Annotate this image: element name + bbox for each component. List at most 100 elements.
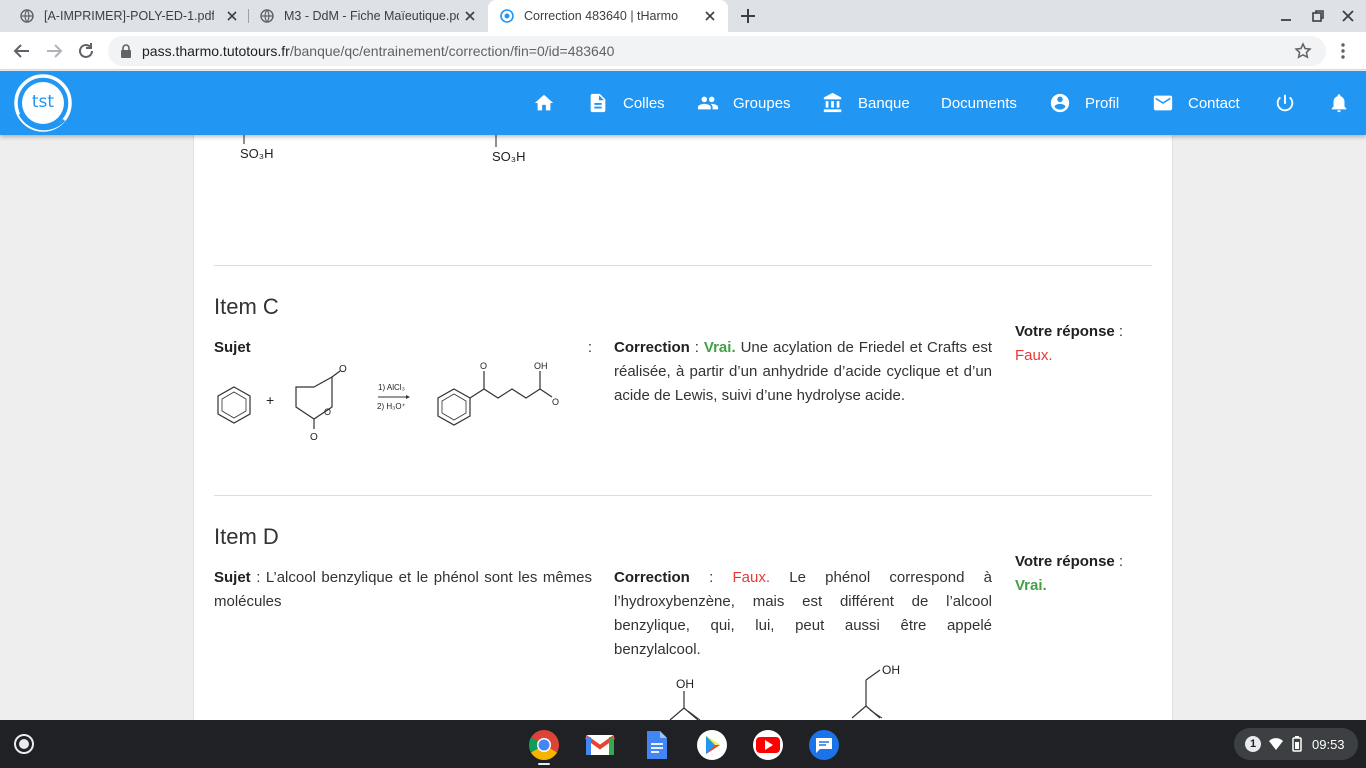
svg-text:O: O: [310, 432, 318, 443]
nav-groupes-label: Groupes: [733, 94, 791, 112]
svg-text:O: O: [552, 397, 559, 407]
svg-text:O: O: [339, 364, 347, 375]
group-icon: [697, 96, 719, 110]
messages-icon[interactable]: [808, 729, 840, 761]
item-separator: [214, 265, 1152, 266]
play-store-icon[interactable]: [696, 729, 728, 761]
more-menu-icon[interactable]: [1334, 42, 1352, 60]
window-close-icon[interactable]: [1340, 8, 1356, 24]
nav-documents-label: Documents: [941, 94, 1017, 112]
browser-toolbar: pass.tharmo.tutotours.fr/banque/qc/entra…: [0, 32, 1366, 70]
url-path: /banque/qc/entrainement/correction/fin=0…: [289, 43, 615, 59]
tab-title: [A-IMPRIMER]-POLY-ED-1.pdf: [44, 9, 214, 23]
reload-icon[interactable]: [76, 41, 96, 61]
chrome-icon[interactable]: [528, 729, 560, 761]
back-arrow-icon[interactable]: [12, 41, 32, 61]
svg-text:+: +: [266, 392, 274, 408]
answer-colon: :: [1118, 553, 1124, 570]
chromeos-shelf: 1 09:53: [0, 720, 1366, 768]
sujet-text: L’alcool benzylique et le phénol sont le…: [214, 569, 592, 610]
tab-correction[interactable]: Correction 483640 | tHarmo: [488, 0, 728, 32]
sujet-label: Sujet: [214, 339, 251, 356]
globe-icon: [20, 9, 34, 23]
svg-text:2) H₃O⁺: 2) H₃O⁺: [377, 402, 406, 411]
nav-banque-label: Banque: [858, 94, 910, 112]
youtube-icon[interactable]: [752, 729, 784, 761]
bell-icon[interactable]: [1328, 92, 1350, 114]
item-d-sujet: Sujet : L’alcool benzylique et le phénol…: [214, 566, 592, 614]
url-text[interactable]: pass.tharmo.tutotours.fr/banque/qc/entra…: [142, 43, 614, 59]
so3h-fragment-left: SO₃H: [240, 135, 273, 161]
nav-banque[interactable]: Banque: [822, 91, 910, 115]
power-icon[interactable]: [1274, 92, 1296, 114]
so3h-fragment-right: SO₃H: [492, 135, 525, 164]
nav-contact-label: Contact: [1188, 94, 1240, 112]
nav-contact[interactable]: Contact: [1152, 91, 1240, 115]
nav-profil[interactable]: Profil: [1049, 91, 1119, 115]
page-content: SO₃H SO₃H Item C Sujet : + O O O 1) AlCl…: [0, 135, 1366, 720]
forward-arrow-icon[interactable]: [44, 41, 64, 61]
item-d-correction: Correction : Faux. Le phénol correspond …: [614, 566, 992, 662]
tab-poly-pdf[interactable]: [A-IMPRIMER]-POLY-ED-1.pdf: [8, 0, 248, 32]
friedel-crafts-scheme: + O O O 1) AlCl₃ 2) H₃O⁺ O OH O: [217, 361, 559, 443]
nav-groupes[interactable]: Groupes: [697, 91, 791, 115]
item-d-title: Item D: [214, 524, 279, 549]
sujet-label: Sujet: [214, 569, 251, 586]
answer-label: Votre réponse: [1015, 323, 1115, 340]
docs-icon[interactable]: [640, 729, 672, 761]
svg-text:OH: OH: [882, 663, 900, 677]
globe-icon: [260, 9, 274, 23]
correction-colon: :: [709, 569, 714, 586]
item-c-title: Item C: [214, 294, 279, 319]
gmail-icon[interactable]: [584, 729, 616, 761]
clock: 09:53: [1312, 737, 1345, 752]
answer-label: Votre réponse: [1015, 553, 1115, 570]
bookmark-star-icon[interactable]: [1294, 42, 1312, 60]
nav-colles-label: Colles: [623, 94, 665, 112]
close-icon[interactable]: [224, 8, 240, 24]
correction-verdict: Faux.: [732, 569, 770, 586]
phenol-benzyl-alcohol-figure: OH OH: [669, 663, 900, 720]
answer-value: Vrai.: [1015, 577, 1047, 594]
svg-text:tst: tst: [32, 92, 55, 112]
item-d-votre-reponse: Votre réponse : Vrai.: [1015, 550, 1155, 598]
new-tab-plus-icon[interactable]: [738, 6, 758, 26]
status-tray[interactable]: 1 09:53: [1234, 728, 1358, 760]
notification-count-badge[interactable]: 1: [1245, 736, 1261, 752]
tharmo-logo[interactable]: tst: [14, 74, 74, 132]
svg-text:1) AlCl₃: 1) AlCl₃: [378, 383, 405, 392]
correction-label: Correction: [614, 339, 690, 356]
correction-colon: :: [694, 339, 699, 356]
tab-fiche-pdf[interactable]: M3 - DdM - Fiche Maïeutique.pdf: [248, 0, 486, 32]
item-c-correction: Correction : Vrai. Une acylation de Frie…: [614, 336, 992, 408]
close-icon[interactable]: [462, 8, 478, 24]
sujet-colon: :: [256, 569, 261, 586]
answer-value: Faux.: [1015, 347, 1053, 364]
item-c-votre-reponse: Votre réponse : Faux.: [1015, 320, 1155, 368]
item-separator: [214, 495, 1152, 496]
answer-colon: :: [1118, 323, 1124, 340]
svg-text:OH: OH: [534, 361, 548, 371]
restore-icon[interactable]: [1310, 8, 1326, 24]
bank-icon: [823, 92, 842, 113]
account-circle-icon: [1050, 93, 1070, 113]
minimize-icon[interactable]: [1278, 8, 1294, 24]
nav-colles[interactable]: Colles: [587, 91, 665, 115]
url-host: pass.tharmo.tutotours.fr: [142, 43, 290, 59]
home-icon[interactable]: [533, 92, 555, 114]
document-icon: [590, 93, 606, 113]
mail-icon: [1153, 95, 1173, 111]
tab-title: Correction 483640 | tHarmo: [524, 9, 679, 23]
nav-profil-label: Profil: [1085, 94, 1120, 112]
nav-documents[interactable]: Documents: [941, 91, 1017, 115]
lock-icon[interactable]: [120, 44, 132, 58]
correction-label: Correction: [614, 569, 690, 586]
site-header: tst Colles Groupes Banque Documents Prof…: [0, 71, 1366, 135]
address-bar[interactable]: pass.tharmo.tutotours.fr/banque/qc/entra…: [108, 36, 1326, 66]
svg-text:OH: OH: [676, 677, 694, 691]
tab-title: M3 - DdM - Fiche Maïeutique.pdf: [284, 9, 459, 23]
browser-tab-strip: [A-IMPRIMER]-POLY-ED-1.pdf M3 - DdM - Fi…: [0, 0, 1366, 32]
correction-verdict: Vrai.: [703, 339, 736, 356]
close-icon[interactable]: [702, 8, 718, 24]
launcher-icon[interactable]: [10, 730, 38, 758]
